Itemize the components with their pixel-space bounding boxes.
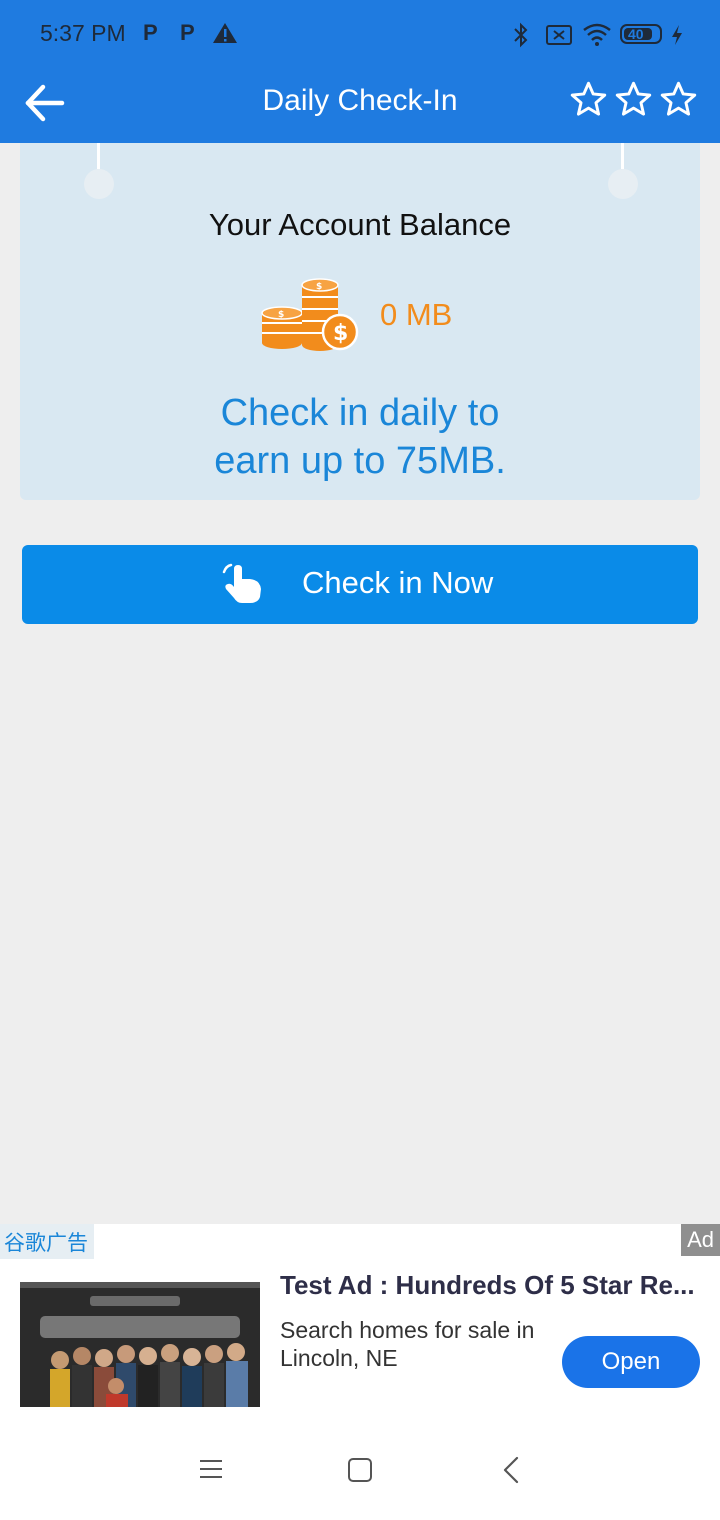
promo-line: earn up to 75MB. [214, 440, 506, 482]
p-icon: P [180, 20, 195, 45]
ad-title[interactable]: Test Ad : Hundreds Of 5 Star Re... [280, 1270, 695, 1301]
svg-text:$: $ [316, 282, 322, 292]
status-time: 5:37 PM [40, 20, 126, 46]
hanging-decoration-line [97, 143, 100, 169]
check-in-label: Check in Now [302, 565, 494, 600]
hand-tap-icon [222, 563, 261, 603]
menu-icon[interactable] [198, 1456, 224, 1482]
ad-provider-tag: 谷歌广告 [0, 1224, 94, 1259]
back-chevron-icon[interactable] [500, 1456, 524, 1484]
charging-icon [672, 25, 682, 45]
promo-line: Check in daily to [220, 392, 500, 434]
battery-level: 40 [628, 26, 644, 42]
ad-description: Search homes for sale in Lincoln, NE [280, 1317, 535, 1371]
home-square-icon[interactable] [346, 1456, 374, 1484]
alert-icon [213, 23, 237, 43]
bluetooth-icon [514, 22, 528, 48]
balance-value: 0 MB [380, 297, 453, 332]
hanging-decoration-line [621, 143, 624, 169]
star-outline-icon[interactable] [569, 80, 608, 119]
promo-text: Check in daily to earn up to 75MB. [20, 389, 700, 485]
hanging-lamp-decoration [84, 169, 114, 199]
sim-off-icon [546, 25, 572, 45]
status-bar: 5:37 PM P P 40 [0, 0, 720, 70]
rating-stars[interactable] [569, 80, 698, 119]
p-icon: P [143, 20, 158, 45]
system-nav-bar [0, 1420, 720, 1520]
balance-card: Your Account Balance $ $ $ 0 MB Check in… [20, 143, 700, 500]
svg-text:$: $ [333, 321, 348, 346]
svg-text:$: $ [278, 310, 284, 320]
star-outline-icon[interactable] [614, 80, 653, 119]
ad-image[interactable] [20, 1282, 260, 1407]
hanging-lamp-decoration [608, 169, 638, 199]
ad-open-button[interactable]: Open [562, 1336, 700, 1388]
battery-icon: 40 [620, 24, 662, 44]
balance-title: Your Account Balance [208, 207, 512, 242]
star-outline-icon[interactable] [659, 80, 698, 119]
ad-banner[interactable]: 谷歌广告 Ad Test Ad : Hundreds Of 5 Star Re.… [0, 1224, 720, 1420]
check-in-now-button[interactable]: Check in Now [22, 545, 698, 624]
coins-icon: $ $ $ [261, 278, 359, 351]
ad-badge: Ad [681, 1224, 720, 1256]
app-bar: Daily Check-In [0, 70, 720, 143]
wifi-icon [583, 23, 611, 46]
